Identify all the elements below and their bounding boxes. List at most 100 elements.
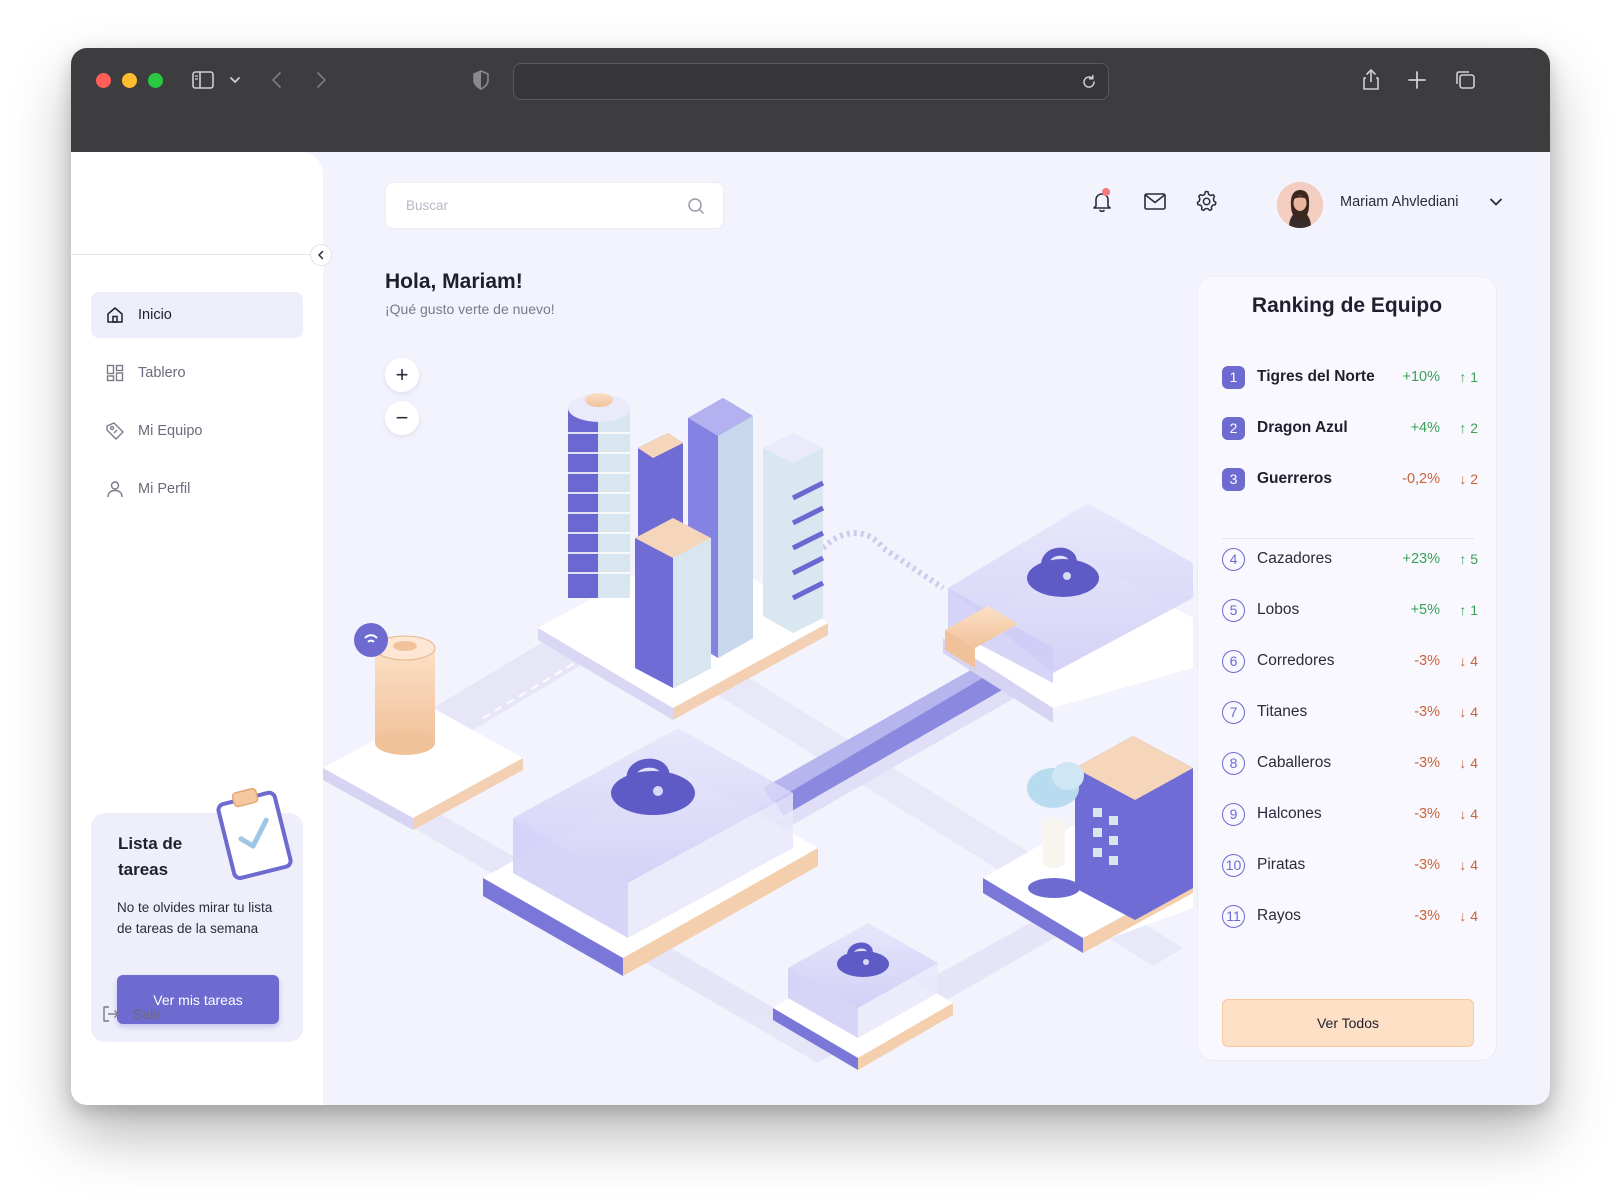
rank-number: 5 [1222,598,1245,622]
new-tab-icon[interactable] [1403,66,1431,94]
share-icon[interactable] [1357,66,1385,94]
dashboard-icon [106,364,124,382]
team-name: Cazadores [1257,550,1332,567]
team-icon [106,422,124,440]
ranking-row[interactable]: 7 Titanes -3% ↓ 4 [1222,697,1478,727]
tab-overview-icon[interactable] [1451,66,1479,94]
rank-number: 3 [1222,467,1245,491]
team-change: +23% [1402,551,1441,567]
team-movement: ↓ 4 [1459,704,1478,720]
sidebar-item-inicio[interactable]: Inicio [91,292,303,338]
search-box[interactable] [385,182,724,229]
team-name: Dragon Azul [1257,419,1348,436]
team-movement: ↓ 4 [1459,806,1478,822]
chevron-down-icon[interactable] [1486,192,1506,212]
logout-icon [103,1006,119,1022]
close-window-button[interactable] [96,73,111,88]
sidebar-item-mi-equipo[interactable]: Mi Equipo [91,408,303,454]
reload-icon[interactable] [1080,73,1098,91]
team-name: Piratas [1257,856,1306,873]
sidebar-item-label: Mi Equipo [138,423,203,439]
sidebar-item-tablero[interactable]: Tablero [91,350,303,396]
avatar-portrait-icon [1277,182,1323,228]
rank-number: 11 [1222,904,1245,928]
logout-button[interactable]: Salir [101,1004,161,1024]
secure-platform-center [483,728,818,976]
sidebar-item-label: Mi Perfil [138,481,191,497]
city-buildings [538,393,828,720]
shield-icon[interactable] [467,66,495,94]
database-node [323,623,523,830]
mail-icon[interactable] [1141,187,1169,215]
ranking-row[interactable]: 8 Caballeros -3% ↓ 4 [1222,748,1478,778]
zoom-in-button[interactable]: + [385,358,419,392]
team-change: +4% [1410,420,1440,436]
city-map-illustration[interactable] [323,348,1193,1105]
page-subtitle: ¡Qué gusto verte de nuevo! [385,301,555,317]
team-change: -3% [1414,857,1440,873]
sidebar-item-label: Tablero [138,365,186,381]
team-movement: ↓ 4 [1459,653,1478,669]
user-icon [107,481,123,498]
ranking-row[interactable]: 1 Tigres del Norte +10% ↑ 1 [1222,362,1478,392]
logout-label: Salir [133,1006,162,1022]
back-arrow-icon[interactable] [263,66,291,94]
zoom-out-button[interactable]: − [385,401,419,435]
ranking-divider [1222,538,1474,539]
team-name: Titanes [1257,703,1308,720]
user-name[interactable]: Mariam Ahvlediani [1340,194,1458,210]
rank-number: 1 [1222,365,1245,389]
team-name: Caballeros [1257,754,1332,771]
avatar[interactable] [1277,182,1323,228]
team-change: -3% [1414,908,1440,924]
search-icon[interactable] [687,197,705,215]
team-movement: ↓ 2 [1459,471,1478,487]
ranking-row[interactable]: 5 Lobos +5% ↑ 1 [1222,595,1478,625]
rank-number: 7 [1222,700,1245,724]
sidebar-item-label: Inicio [138,307,172,323]
team-change: +10% [1402,369,1441,385]
team-movement: ↑ 5 [1459,551,1478,567]
rank-number: 4 [1222,547,1245,571]
tasks-card-description: No te olvides mirar tu lista de tareas d… [117,900,273,936]
tasks-card-title: Lista de tareas [118,834,183,879]
sidebar-item-mi-perfil[interactable]: Mi Perfil [91,466,303,512]
rank-number: 10 [1222,853,1245,877]
ranking-row[interactable]: 11 Rayos -3% ↓ 4 [1222,901,1478,931]
team-change: -3% [1414,704,1440,720]
forward-arrow-icon[interactable] [307,66,335,94]
maximize-window-button[interactable] [148,73,163,88]
search-input[interactable] [386,183,656,228]
team-name: Halcones [1257,805,1322,822]
ranking-row[interactable]: 6 Corredores -3% ↓ 4 [1222,646,1478,676]
rank-number: 8 [1222,751,1245,775]
team-name: Guerreros [1257,470,1332,487]
team-name: Lobos [1257,601,1300,618]
ranking-row[interactable]: 2 Dragon Azul +4% ↑ 2 [1222,413,1478,443]
rank-number: 2 [1222,416,1245,440]
ranking-row[interactable]: 10 Piratas -3% ↓ 4 [1222,850,1478,880]
team-movement: ↑ 2 [1459,420,1478,436]
collapse-sidebar-button[interactable] [310,244,332,266]
clipboard-check-icon [216,787,293,881]
home-icon [107,307,123,323]
address-bar[interactable] [513,63,1109,100]
team-change: -3% [1414,806,1440,822]
rank-number: 6 [1222,649,1245,673]
minimize-window-button[interactable] [122,73,137,88]
team-change: -3% [1414,653,1440,669]
team-name: Corredores [1257,652,1335,669]
ranking-row[interactable]: 4 Cazadores +23% ↑ 5 [1222,544,1478,574]
view-all-button[interactable]: Ver Todos [1222,999,1474,1047]
chevron-down-icon[interactable] [221,66,249,94]
team-change: -0,2% [1402,471,1440,487]
team-name: Tigres del Norte [1257,368,1375,385]
rank-number: 9 [1222,802,1245,826]
page-title: Hola, Mariam! [385,270,523,293]
team-change: +5% [1410,602,1440,618]
sidebar-toggle-icon[interactable] [189,66,217,94]
gear-icon[interactable] [1192,187,1220,215]
ranking-row[interactable]: 3 Guerreros -0,2% ↓ 2 [1222,464,1478,494]
ranking-row[interactable]: 9 Halcones -3% ↓ 4 [1222,799,1478,829]
ranking-title: Ranking de Equipo [1251,294,1443,317]
